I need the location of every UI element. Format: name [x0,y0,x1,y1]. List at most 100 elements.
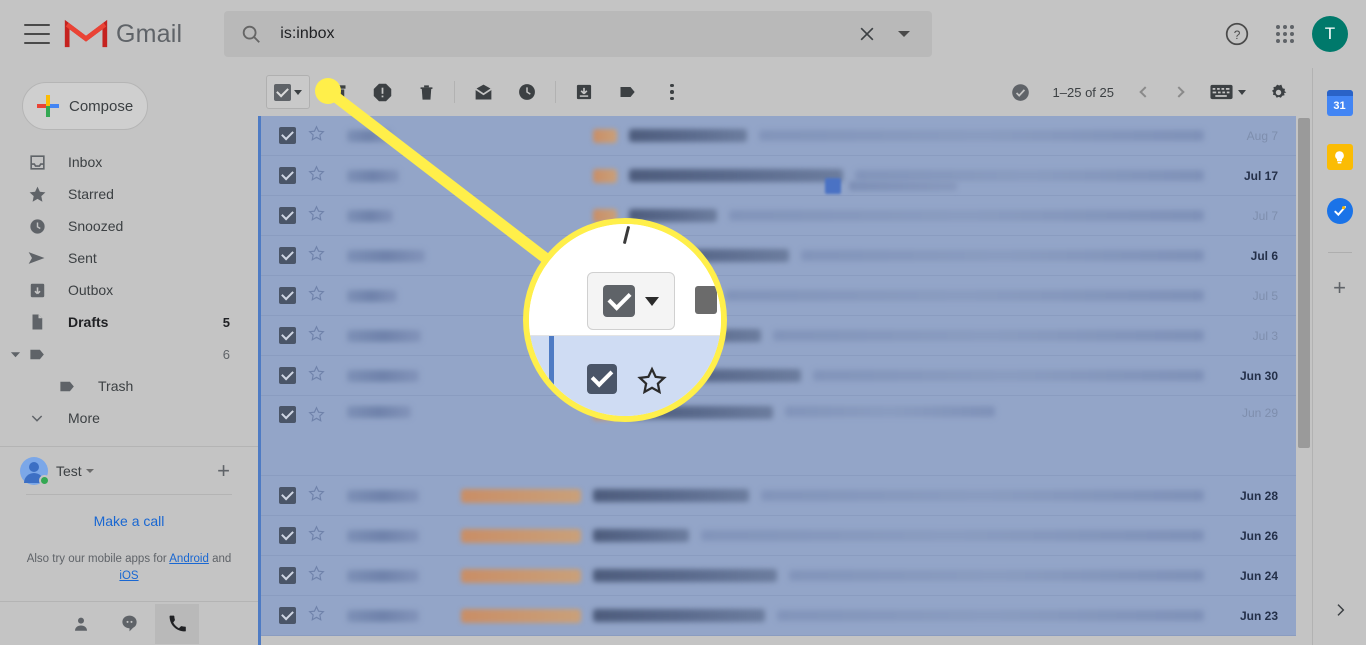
more-options-kebab-icon[interactable] [650,72,694,112]
table-row[interactable]: Jul 3 [261,316,1296,356]
select-all-dropdown-caret [645,296,659,306]
star-icon[interactable] [308,164,325,187]
row-checkbox-checked[interactable] [279,247,296,264]
delete-trash-icon[interactable] [404,72,448,112]
search-input[interactable] [280,25,851,43]
row-checkbox-checked[interactable] [279,487,296,504]
help-question-icon[interactable]: ? [1216,13,1258,55]
star-icon[interactable] [308,284,325,307]
row-date: Jun 24 [1239,568,1278,583]
show-search-options-chevron[interactable] [884,17,924,51]
row-checkbox-checked[interactable] [279,527,296,544]
table-row[interactable]: Jun 30 [261,356,1296,396]
compose-button[interactable]: Compose [22,82,148,130]
apps-note-mid: and [208,553,232,565]
magnified-select-all-button[interactable] [587,272,675,330]
row-checkbox-checked[interactable] [279,207,296,224]
row-checkbox-checked[interactable] [279,167,296,184]
row-checkbox-checked[interactable] [279,127,296,144]
magnified-select-all-checkbox [523,218,727,422]
star-icon[interactable] [308,324,325,347]
table-row[interactable]: Jun 26 [261,516,1296,556]
select-unselect-circle-icon[interactable] [999,72,1043,112]
send-paper-plane-icon [26,248,48,268]
star-icon[interactable] [308,124,325,147]
sidebar-item-snoozed[interactable]: Snoozed [0,210,258,242]
search-bar[interactable] [224,11,933,57]
star-icon[interactable] [308,244,325,267]
table-row[interactable]: Aug 7 [261,116,1296,156]
contacts-person-icon[interactable] [59,604,103,644]
attachment-chip[interactable] [825,178,957,194]
row-checkbox-checked[interactable] [279,567,296,584]
select-all-checkbox[interactable] [266,75,310,109]
phone-call-icon[interactable] [155,603,199,644]
input-tools-caret[interactable] [1238,89,1246,95]
input-tools-button[interactable] [1210,84,1246,100]
star-icon[interactable] [308,204,325,227]
star-icon[interactable] [308,524,325,547]
labels-tag-icon[interactable] [606,72,650,112]
table-row[interactable]: Jul 17 [261,156,1296,196]
hangouts-chat-icon[interactable] [107,604,151,644]
sidebar-item-outbox[interactable]: Outbox [0,274,258,306]
google-calendar-icon[interactable]: 31 [1326,90,1353,116]
sidebar-item-starred[interactable]: Starred [0,178,258,210]
avatar [20,456,50,486]
row-checkbox-checked[interactable] [279,406,296,423]
hamburger-menu-icon[interactable] [24,24,50,44]
table-row[interactable]: Jun 24 [261,556,1296,596]
google-tasks-icon[interactable] [1326,198,1353,224]
scrollbar-thumb[interactable] [1298,118,1310,448]
make-a-call-link[interactable]: Make a call [26,513,232,529]
table-row[interactable]: Jun 29 [261,178,1296,476]
chevron-down-icon [26,410,48,426]
table-row[interactable]: Jul 6 [261,236,1296,276]
settings-gear-icon[interactable] [1256,72,1300,112]
star-icon [26,185,48,204]
table-row[interactable]: Jun 28 [261,476,1296,516]
sidebar-item-drafts[interactable]: Drafts 5 [0,306,258,338]
add-person-icon[interactable]: + [217,458,230,484]
sidebar-item-trash[interactable]: Trash [0,370,258,402]
google-apps-grid-icon[interactable] [1264,13,1306,55]
close-x-icon[interactable] [850,17,884,51]
report-spam-icon[interactable] [360,72,404,112]
ios-link[interactable]: iOS [119,570,138,582]
avatar[interactable]: T [1312,16,1348,52]
sidebar-item-inbox[interactable]: Inbox [0,146,258,178]
move-to-inbox-icon[interactable] [562,72,606,112]
google-keep-icon[interactable] [1326,144,1353,170]
sidebar-item-sent[interactable]: Sent [0,242,258,274]
snippet-redacted [777,610,1204,621]
row-checkbox-checked[interactable] [279,327,296,344]
table-row[interactable]: Jun 23 [261,596,1296,636]
sidebar-item-label-redacted[interactable]: 6 [0,338,258,370]
gmail-m-logo [64,19,108,48]
star-icon[interactable] [308,564,325,587]
table-row[interactable]: Jul 5 [261,276,1296,316]
star-icon[interactable] [308,604,325,627]
hangouts-account-row[interactable]: Test + [0,446,258,494]
row-checkbox-checked[interactable] [279,607,296,624]
star-icon[interactable] [308,484,325,507]
star-icon[interactable] [308,364,325,387]
next-page-chevron[interactable] [1162,75,1196,109]
chevron-down-icon[interactable] [85,468,94,473]
sender-redacted [347,569,419,582]
sidebar-item-more[interactable]: More [0,402,258,434]
mark-as-unread-icon[interactable] [461,72,505,112]
snippet-redacted [789,570,1204,581]
select-all-dropdown-caret[interactable] [294,89,302,95]
vertical-scrollbar[interactable] [1296,116,1312,645]
chevron-down-icon[interactable] [8,349,22,360]
table-row[interactable]: Jul 7 [261,196,1296,236]
android-link[interactable]: Android [169,553,209,565]
add-on-plus-icon[interactable]: + [1333,275,1346,301]
snooze-clock-icon[interactable] [505,72,549,112]
row-checkbox-checked[interactable] [279,287,296,304]
row-checkbox-checked[interactable] [279,367,296,384]
expand-side-panel-chevron[interactable] [1332,602,1348,623]
previous-page-chevron[interactable] [1128,75,1162,109]
star-icon[interactable] [308,406,325,428]
